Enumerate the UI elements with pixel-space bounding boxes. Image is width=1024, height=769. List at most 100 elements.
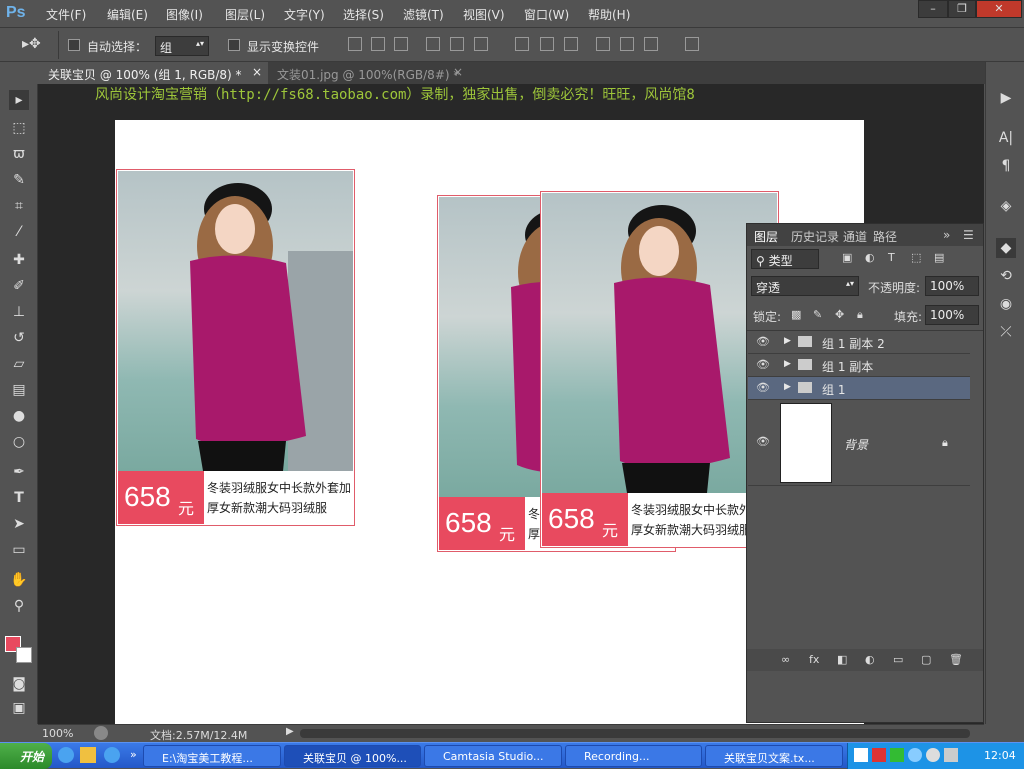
new-layer-icon[interactable]: ▢ (921, 653, 931, 666)
volume-tray-icon[interactable] (926, 748, 940, 762)
show-transform-checkbox[interactable] (228, 39, 240, 51)
ime-icon[interactable] (854, 748, 868, 762)
hand-tool-icon[interactable]: ✋ (9, 570, 29, 590)
3d-panel-icon[interactable]: ◈ (996, 196, 1016, 216)
menu-select[interactable]: 选择(S) (343, 6, 384, 23)
menu-layer[interactable]: 图层(L) (225, 6, 265, 23)
product-card[interactable]: 658 元 冬装羽绒服女中长款外套加 厚女新款潮大码羽绒服 (116, 169, 355, 526)
tab-document-1[interactable]: 关联宝贝 @ 100% (组 1, RGB/8) * × (40, 62, 268, 84)
minimize-button[interactable]: – (918, 0, 948, 18)
collapse-panel-icon[interactable]: » (943, 228, 950, 242)
task-recording[interactable]: Recording... (565, 745, 702, 767)
close-tab-icon[interactable]: × (453, 65, 463, 79)
delete-layer-icon[interactable]: 🗑︎ (949, 653, 963, 666)
paths-panel-icon[interactable]: ⤫ (996, 322, 1016, 342)
adjustment-layer-icon[interactable]: ◐ (865, 653, 875, 666)
move-tool-icon[interactable]: ▸ (9, 90, 29, 110)
gradient-tool-icon[interactable]: ▤ (9, 380, 29, 400)
blend-mode-dropdown[interactable]: 穿透 ▴▾ (751, 276, 859, 296)
layer-row-selected[interactable]: 👁︎ ▶ 组 1 (748, 377, 970, 400)
marquee-tool-icon[interactable]: ⬚ (9, 118, 29, 138)
menu-view[interactable]: 视图(V) (463, 6, 505, 23)
filter-shape-icon[interactable]: ⬚ (911, 251, 921, 264)
auto-select-dropdown[interactable]: 组 ▴▾ (155, 36, 209, 56)
folder-quicklaunch-icon[interactable] (80, 747, 96, 763)
task-camtasia[interactable]: Camtasia Studio... (424, 745, 562, 767)
fill-input[interactable]: 100% (925, 305, 979, 325)
network-tray-icon[interactable] (890, 748, 904, 762)
dodge-tool-icon[interactable]: ○ (9, 432, 29, 452)
eye-visibility-icon[interactable]: 👁︎ (756, 359, 770, 371)
crop-tool-icon[interactable]: ⌗ (9, 196, 29, 216)
adjustments-panel-icon[interactable]: ◉ (996, 294, 1016, 314)
product-card-copy-2[interactable]: 658 元 冬装羽绒服女中长款外套加 厚女新款潮大码羽绒服 (540, 191, 779, 548)
align-hcenter-icon[interactable] (450, 37, 464, 51)
opacity-input[interactable]: 100% (925, 276, 979, 296)
pen-tray-icon[interactable] (872, 748, 886, 762)
auto-select-checkbox[interactable] (68, 39, 80, 51)
lock-all-icon[interactable]: 🔒︎ (857, 308, 863, 322)
distribute-left-icon[interactable] (596, 37, 610, 51)
new-group-icon[interactable]: ▭ (893, 653, 903, 666)
background-layer-row[interactable]: 👁︎ 背景 🔒︎ (748, 400, 970, 486)
task-photoshop[interactable]: 关联宝贝 @ 100%... (284, 745, 421, 767)
layers-panel-icon[interactable]: ◆ (996, 238, 1016, 258)
tab-channels[interactable]: 通道 (843, 228, 867, 245)
horizontal-scrollbar[interactable] (300, 729, 970, 738)
eye-visibility-icon[interactable]: 👁︎ (756, 436, 770, 448)
filter-type-icon[interactable]: T (888, 251, 895, 264)
eye-visibility-icon[interactable]: 👁︎ (756, 336, 770, 348)
filter-pixel-icon[interactable]: ▣ (842, 251, 852, 264)
stamp-tool-icon[interactable]: ⊥ (9, 302, 29, 322)
eye-visibility-icon[interactable]: 👁︎ (756, 382, 770, 394)
task-explorer[interactable]: E:\淘宝美工教程... (143, 745, 281, 767)
menu-help[interactable]: 帮助(H) (588, 6, 630, 23)
path-select-tool-icon[interactable]: ➤ (9, 514, 29, 534)
lock-pixels-icon[interactable]: ✎ (813, 308, 822, 321)
eraser-tool-icon[interactable]: ▱ (9, 354, 29, 374)
filter-adjust-icon[interactable]: ◐ (865, 251, 875, 264)
align-vcenter-icon[interactable] (371, 37, 385, 51)
panel-menu-icon[interactable]: ☰ (963, 228, 974, 242)
blur-tool-icon[interactable]: ● (9, 406, 29, 426)
maximize-button[interactable]: ❐ (948, 0, 976, 18)
history-brush-tool-icon[interactable]: ↺ (9, 328, 29, 348)
menu-image[interactable]: 图像(I) (166, 6, 203, 23)
filter-smart-icon[interactable]: ▤ (934, 251, 944, 264)
distribute-vcenter-icon[interactable] (540, 37, 554, 51)
distribute-top-icon[interactable] (515, 37, 529, 51)
task-notepad[interactable]: 关联宝贝文案.tx... (705, 745, 843, 767)
play-icon[interactable]: ▶ (996, 88, 1016, 108)
lock-position-icon[interactable]: ✥ (835, 308, 844, 321)
distribute-hcenter-icon[interactable] (620, 37, 634, 51)
menu-filter[interactable]: 滤镜(T) (403, 6, 444, 23)
layer-row[interactable]: 👁︎ ▶ 组 1 副本 (748, 354, 970, 377)
align-bottom-icon[interactable] (394, 37, 408, 51)
status-info-icon[interactable] (94, 726, 108, 740)
menu-window[interactable]: 窗口(W) (524, 6, 569, 23)
character-panel-icon[interactable]: A| (996, 128, 1016, 148)
brush-tool-icon[interactable]: ✐ (9, 276, 29, 296)
expand-arrow-icon[interactable]: ▶ (784, 382, 791, 392)
menu-file[interactable]: 文件(F) (46, 6, 86, 23)
browser-quicklaunch-icon[interactable] (104, 747, 120, 763)
menu-type[interactable]: 文字(Y) (284, 6, 325, 23)
tab-history[interactable]: 历史记录 (791, 228, 839, 245)
clock[interactable]: 12:04 (984, 749, 1016, 762)
start-button[interactable]: 开始 (0, 743, 52, 769)
pen-tool-icon[interactable]: ✒ (9, 462, 29, 482)
align-top-icon[interactable] (348, 37, 362, 51)
menu-edit[interactable]: 编辑(E) (107, 6, 148, 23)
tab-layers[interactable]: 图层 (754, 228, 778, 245)
zoom-level[interactable]: 100% (42, 727, 73, 740)
zoom-tool-icon[interactable]: ⚲ (9, 596, 29, 616)
align-left-icon[interactable] (426, 37, 440, 51)
layer-row[interactable]: 👁︎ ▶ 组 1 副本 2 (748, 331, 970, 354)
quick-mask-icon[interactable]: ◙ (9, 674, 29, 694)
expand-arrow-icon[interactable]: ▶ (784, 336, 791, 346)
status-arrow-icon[interactable]: ▶ (286, 726, 294, 737)
lock-transparent-icon[interactable]: ▩ (791, 308, 801, 321)
eyedropper-tool-icon[interactable]: ⁄ (9, 222, 29, 242)
lasso-tool-icon[interactable]: ϖ (9, 144, 29, 164)
background-color-swatch[interactable] (16, 647, 32, 663)
